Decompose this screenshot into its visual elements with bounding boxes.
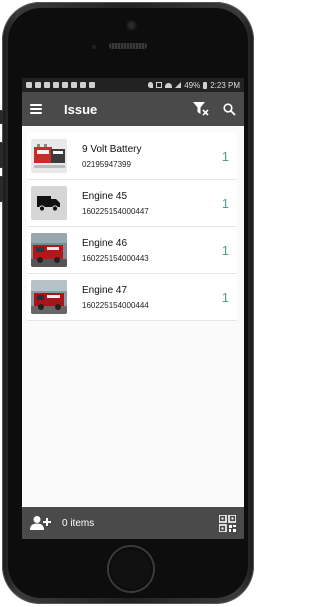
volume-down-button: [0, 176, 3, 202]
signal-icon: [175, 82, 182, 88]
add-person-icon[interactable]: [30, 515, 52, 531]
list-item[interactable]: Engine 47 160225154000444 1: [27, 274, 237, 321]
bottom-bar: 0 items: [22, 507, 244, 539]
item-quantity: 1: [221, 242, 229, 258]
item-quantity: 1: [221, 195, 229, 211]
status-bar: 49% 2:23 PM: [22, 78, 244, 92]
item-code: 02195947399: [82, 159, 131, 169]
fire-engine-photo: [31, 233, 67, 267]
item-name: Engine 46: [82, 237, 128, 249]
volume-up-button: [0, 142, 3, 168]
battery-icon: [203, 81, 208, 89]
download-icon: [44, 82, 50, 88]
warning-icon: [62, 82, 68, 88]
mute-switch: [0, 110, 3, 124]
app-bar: Issue: [22, 92, 244, 126]
media-icon: [71, 82, 77, 88]
location-icon: [148, 82, 154, 88]
front-camera: [127, 21, 136, 30]
list-item[interactable]: Engine 46 160225154000443 1: [27, 227, 237, 274]
item-name: 9 Volt Battery: [82, 143, 142, 155]
notification-icons: [26, 82, 95, 88]
fire-engine-photo: [31, 280, 67, 314]
app-screen: 49% 2:23 PM Issue 9 Volt Battery 0219594…: [22, 78, 244, 539]
play-icon: [89, 82, 95, 88]
items-count: 0 items: [62, 517, 95, 529]
filter-clear-icon[interactable]: [193, 102, 209, 116]
item-quantity: 1: [221, 148, 229, 164]
play-icon: [80, 82, 86, 88]
search-icon[interactable]: [223, 102, 236, 116]
home-button[interactable]: [109, 547, 153, 591]
item-name: Engine 45: [82, 190, 128, 202]
item-quantity: 1: [221, 289, 229, 305]
list-item[interactable]: 9 Volt Battery 02195947399 1: [27, 133, 237, 180]
item-code: 160225154000447: [82, 206, 149, 216]
battery-percent: 49%: [184, 80, 201, 90]
hamburger-menu-icon[interactable]: [30, 104, 42, 114]
earpiece-speaker: [109, 43, 147, 49]
item-code: 160225154000444: [82, 300, 149, 310]
proximity-sensor: [92, 45, 96, 49]
image-icon: [35, 82, 41, 88]
image-icon: [26, 82, 32, 88]
message-icon: [53, 82, 59, 88]
wifi-icon: [165, 82, 173, 88]
list-item[interactable]: Engine 45 160225154000447 1: [27, 180, 237, 227]
page-title: Issue: [64, 101, 98, 117]
qr-code-icon[interactable]: [219, 514, 236, 532]
nfc-icon: [156, 82, 163, 88]
clock: 2:23 PM: [210, 80, 240, 90]
item-list: 9 Volt Battery 02195947399 1 Engine 45 1…: [22, 126, 244, 321]
truck-icon: [31, 186, 67, 220]
system-status: 49% 2:23 PM: [148, 81, 240, 90]
battery-photo: [31, 139, 67, 173]
item-code: 160225154000443: [82, 253, 149, 263]
item-name: Engine 47: [82, 284, 128, 296]
